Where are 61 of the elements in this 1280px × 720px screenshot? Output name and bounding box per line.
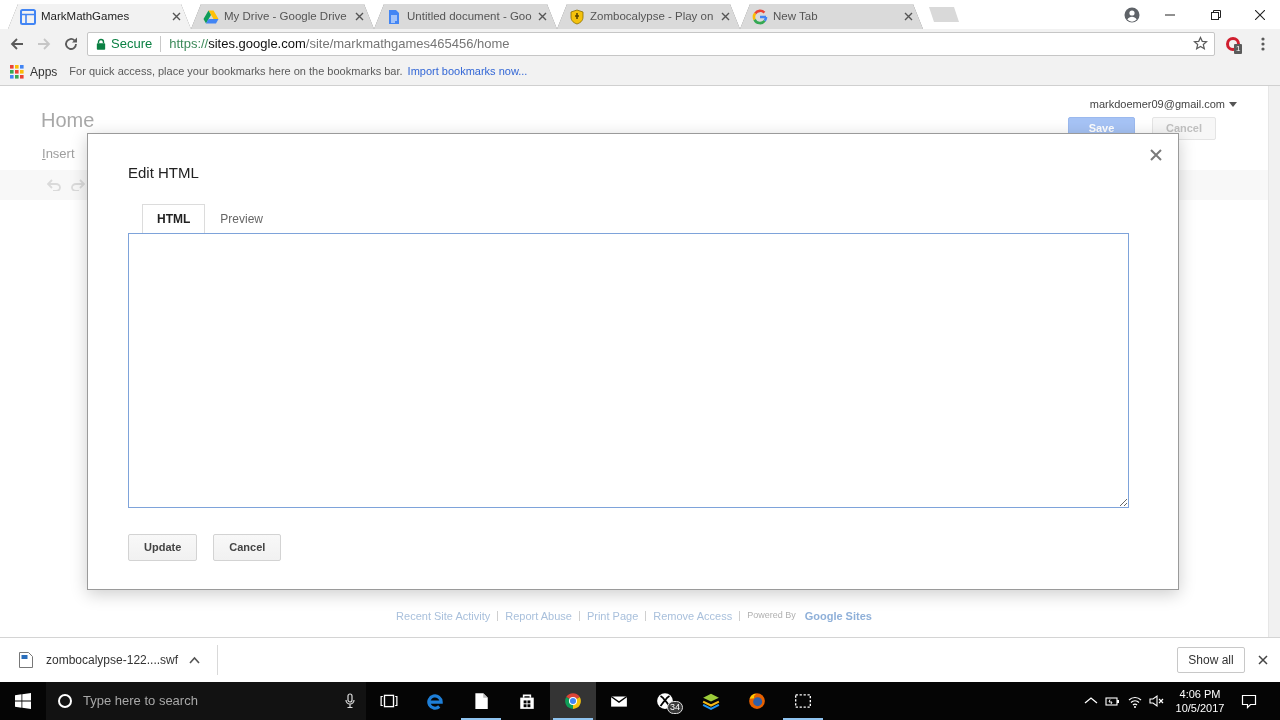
ring-icon[interactable] [1225, 35, 1241, 52]
menu-icon[interactable] [1260, 36, 1265, 51]
caret-down-icon[interactable] [1229, 101, 1237, 107]
chevron-up-icon[interactable] [189, 656, 201, 664]
shopping-bag-icon[interactable] [518, 692, 536, 710]
chrome-icon[interactable] [564, 692, 582, 710]
browser-tab[interactable]: My Drive - Google Drive [191, 4, 374, 29]
import-bookmarks-link[interactable]: Import bookmarks now... [407, 63, 528, 80]
bookmarks-hint-text: For quick access, place your bookmarks here on the bookmarks bar. [69, 64, 403, 80]
dialog-tab[interactable]: HTML [142, 204, 206, 233]
back-icon[interactable] [8, 35, 25, 52]
badge-count: 34 [667, 701, 683, 714]
badge-count: 1 [1234, 43, 1243, 54]
edge-icon[interactable] [426, 692, 444, 710]
browser-tab[interactable]: New Tab [740, 4, 923, 29]
dialog-tab[interactable]: Preview [205, 204, 278, 233]
stacked-layers-icon[interactable] [702, 692, 720, 710]
url-text: https://sites.google.com/site/markmathgames465456/home [169, 34, 511, 53]
document-icon[interactable] [472, 692, 490, 710]
browser-tab[interactable]: Untitled document - Goo [374, 4, 557, 29]
clock-date[interactable]: 10/5/2017 [1168, 701, 1232, 715]
apps-icon[interactable] [10, 64, 24, 79]
star-icon[interactable] [1193, 36, 1208, 51]
triangle-icon [203, 8, 219, 25]
clock-time[interactable]: 4:06 PM [1168, 687, 1232, 701]
browser-tab[interactable]: Zombocalypse - Play on [557, 4, 740, 29]
close-icon[interactable] [1254, 9, 1265, 20]
start-icon[interactable] [15, 693, 31, 709]
scrollbar[interactable] [1268, 86, 1280, 637]
file-icon [19, 652, 33, 668]
shield-icon [569, 8, 585, 25]
notification-icon[interactable] [1241, 693, 1257, 709]
lock-icon [96, 37, 106, 50]
document-icon [386, 8, 402, 25]
security-label: Secure [111, 34, 153, 53]
address-bar[interactable]: Secure https://sites.google.com/site/markmathgames465456/home [87, 31, 1215, 56]
account-email[interactable]: markdoemer09@gmail.com [1089, 97, 1225, 111]
firefox-icon[interactable] [748, 692, 766, 710]
close-icon[interactable] [172, 12, 181, 21]
restore-icon[interactable] [1211, 9, 1221, 20]
reload-icon[interactable] [62, 35, 79, 52]
update-button[interactable]: Update [128, 534, 198, 561]
task-view-icon[interactable] [380, 692, 398, 710]
apps-link[interactable]: Apps [30, 62, 58, 81]
page-title: Home [41, 108, 95, 133]
microphone-icon[interactable] [344, 693, 356, 709]
browser-tab[interactable]: MarkMathGames [8, 4, 191, 29]
dialog-title: Edit HTML [128, 164, 200, 182]
circle-icon[interactable] [57, 693, 73, 709]
show-all-button[interactable]: Show all [1177, 647, 1245, 673]
html-editor-field[interactable] [128, 233, 1129, 508]
dashed-rectangle-icon[interactable] [794, 692, 812, 710]
powered-by-label: Powered By [747, 609, 796, 622]
layout-icon [20, 8, 36, 25]
account-icon[interactable] [1124, 6, 1140, 23]
muted-speaker-icon[interactable] [1149, 693, 1165, 709]
cancel-button[interactable]: Cancel [213, 534, 282, 561]
download-file-name[interactable]: zombocalypse-122....swf [46, 651, 179, 669]
g-logo-icon [752, 8, 768, 25]
close-icon[interactable] [1258, 655, 1268, 665]
search-field[interactable]: Type here to search [46, 682, 366, 720]
